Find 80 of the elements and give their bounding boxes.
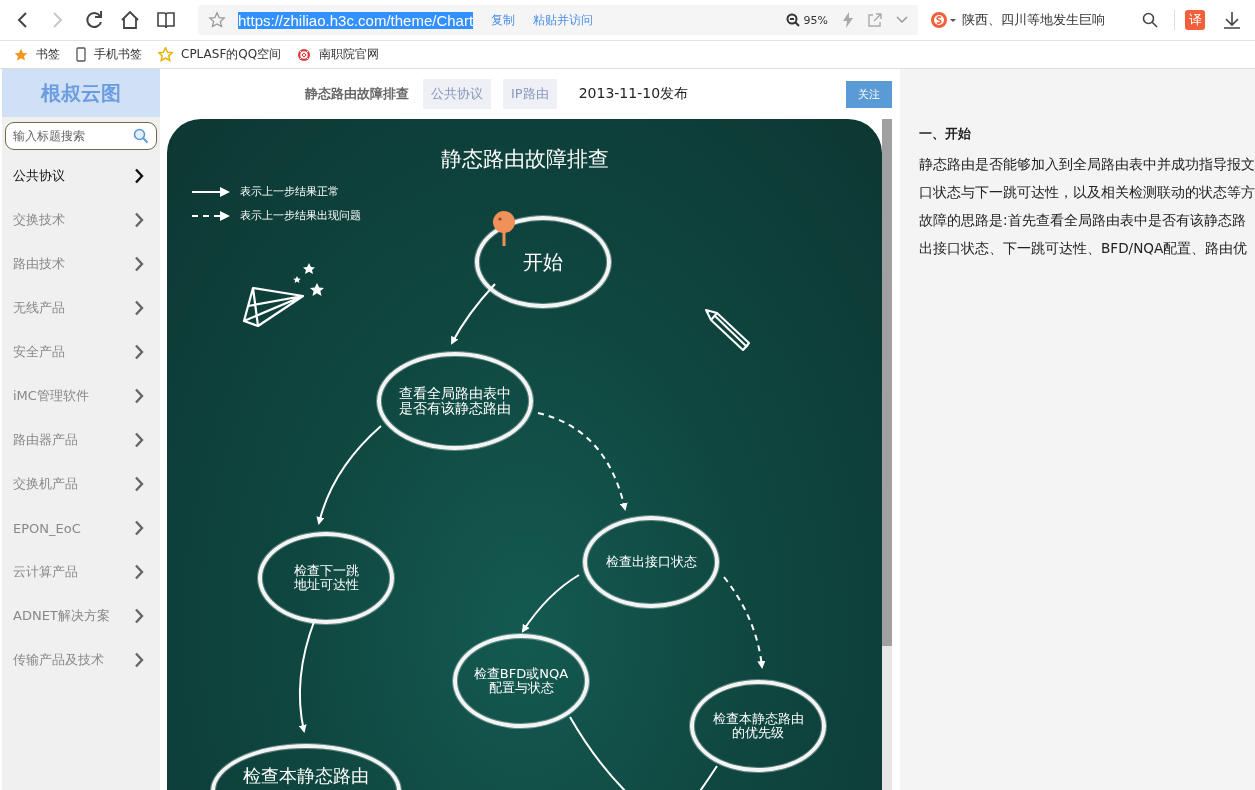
category-item[interactable]: 路由器产品: [2, 418, 160, 462]
phone-icon: [76, 47, 86, 62]
bookmark-link[interactable]: 书签: [14, 46, 60, 63]
home-icon: [120, 10, 140, 30]
lightning-icon: [842, 12, 854, 28]
reload-icon: [84, 10, 104, 30]
tag-chip[interactable]: 公共协议: [423, 79, 491, 109]
site-logo[interactable]: 根叔云图: [2, 69, 160, 117]
flow-node: 检查本静态路由: [211, 744, 401, 790]
category-item[interactable]: 交换机产品: [2, 462, 160, 506]
publish-date: 2013-11-10发布: [578, 85, 689, 103]
category-item[interactable]: 路由技术: [2, 242, 160, 286]
search-field[interactable]: 输入标题搜索: [5, 122, 157, 150]
chevron-right-icon: [134, 212, 144, 228]
category-item[interactable]: iMC管理软件: [2, 374, 160, 418]
follow-button[interactable]: 关注: [846, 80, 892, 108]
paragraph-line: 口状态与下一跳可达性，以及相关检测联动的状态等方: [919, 183, 1255, 202]
pencil-drawing: [703, 307, 753, 353]
search-engine-logo-icon[interactable]: [930, 11, 956, 29]
star-icon: [158, 47, 173, 62]
chevron-right-icon: [134, 564, 144, 580]
solid-arrow: [521, 574, 580, 633]
paragraph-line: 故障的思路是:首先查看全局路由表中是否有该静态路: [919, 211, 1247, 230]
legend-label: 表示上一步结果正常: [240, 184, 339, 199]
solid-arrow: [451, 283, 496, 345]
category-item[interactable]: EPON_EoC: [2, 506, 160, 550]
category-item[interactable]: 交换技术: [2, 198, 160, 242]
translate-button[interactable]: 译: [1185, 10, 1205, 30]
chevron-right-icon: [134, 608, 144, 624]
chevron-right-icon: [134, 388, 144, 404]
url-action-link[interactable]: 粘贴并访问: [533, 11, 594, 29]
star-icon: [14, 47, 28, 62]
dashed-arrow-icon: [192, 210, 230, 221]
flow-node: 查看全局路由表中是否有该静态路由: [377, 352, 533, 450]
bookmark-link[interactable]: CPLASF的QQ空间: [158, 46, 282, 63]
news-headline[interactable]: 陕西、四川等地发生巨响: [962, 11, 1105, 29]
paragraph-line: 出接口状态、下一跳可达性、BFD/NQA配置、路由优: [919, 239, 1249, 258]
category-item[interactable]: 安全产品: [2, 330, 160, 374]
solid-arrow-icon: [192, 186, 230, 197]
diagram-title: 静态路由故障排查: [439, 146, 610, 173]
legend-label: 表示上一步结果出现问题: [240, 208, 361, 223]
zoom-icon: [785, 13, 800, 27]
category-item[interactable]: 云计算产品: [2, 550, 160, 594]
category-item[interactable]: 公共协议: [2, 154, 160, 198]
chevron-right-icon: [134, 476, 144, 492]
zoom-level: 95%: [803, 13, 828, 27]
search-icon[interactable]: [1142, 12, 1158, 28]
flow-node: 检查出接口状态: [583, 516, 719, 608]
scrollbar[interactable]: [882, 119, 892, 790]
address-bar[interactable]: https://zhiliao.h3c.com/theme/Chart 复制 粘贴并访问 95%: [198, 5, 918, 35]
search-icon: [133, 128, 149, 144]
article-title: 静态路由故障排查: [305, 85, 409, 103]
flow-node: 检查下一跳地址可达性: [258, 532, 394, 624]
chevron-right-icon: [134, 652, 144, 668]
category-item[interactable]: 无线产品: [2, 286, 160, 330]
url-text: https://zhiliao.h3c.com/theme/Chart: [238, 11, 474, 29]
paragraph-line: 静态路由是否能够加入到全局路由表中并成功指导报文: [919, 155, 1255, 174]
book-icon: [156, 11, 176, 29]
url-action-link[interactable]: 复制: [491, 11, 516, 29]
category-item[interactable]: ADNET解决方案: [2, 594, 160, 638]
pushpin-icon: [491, 211, 517, 247]
ring-icon: [297, 47, 312, 62]
chevron-right-icon: [134, 520, 144, 536]
chevron-right-icon: [134, 256, 144, 272]
tag-chip[interactable]: IP路由: [503, 79, 557, 109]
bookmark-link[interactable]: 手机书签: [76, 46, 142, 63]
caret-icon: [896, 16, 908, 24]
share-icon: [868, 13, 882, 27]
flow-node: 检查BFD或NQA配置与状态: [453, 634, 589, 728]
flow-node: 检查本静态路由的优先级: [690, 680, 826, 772]
chevron-right-icon: [134, 300, 144, 316]
chevron-right-icon: [134, 344, 144, 360]
section-heading: 一、开始: [919, 125, 972, 143]
category-item[interactable]: 传输产品及技术: [2, 638, 160, 682]
download-icon[interactable]: [1223, 11, 1241, 29]
chevron-right-icon: [134, 168, 144, 184]
star-icon[interactable]: [208, 11, 226, 29]
scrollbar-thumb[interactable]: [882, 119, 892, 646]
chevron-right-icon: [134, 432, 144, 448]
bookmark-link[interactable]: 南职院官网: [297, 46, 380, 63]
